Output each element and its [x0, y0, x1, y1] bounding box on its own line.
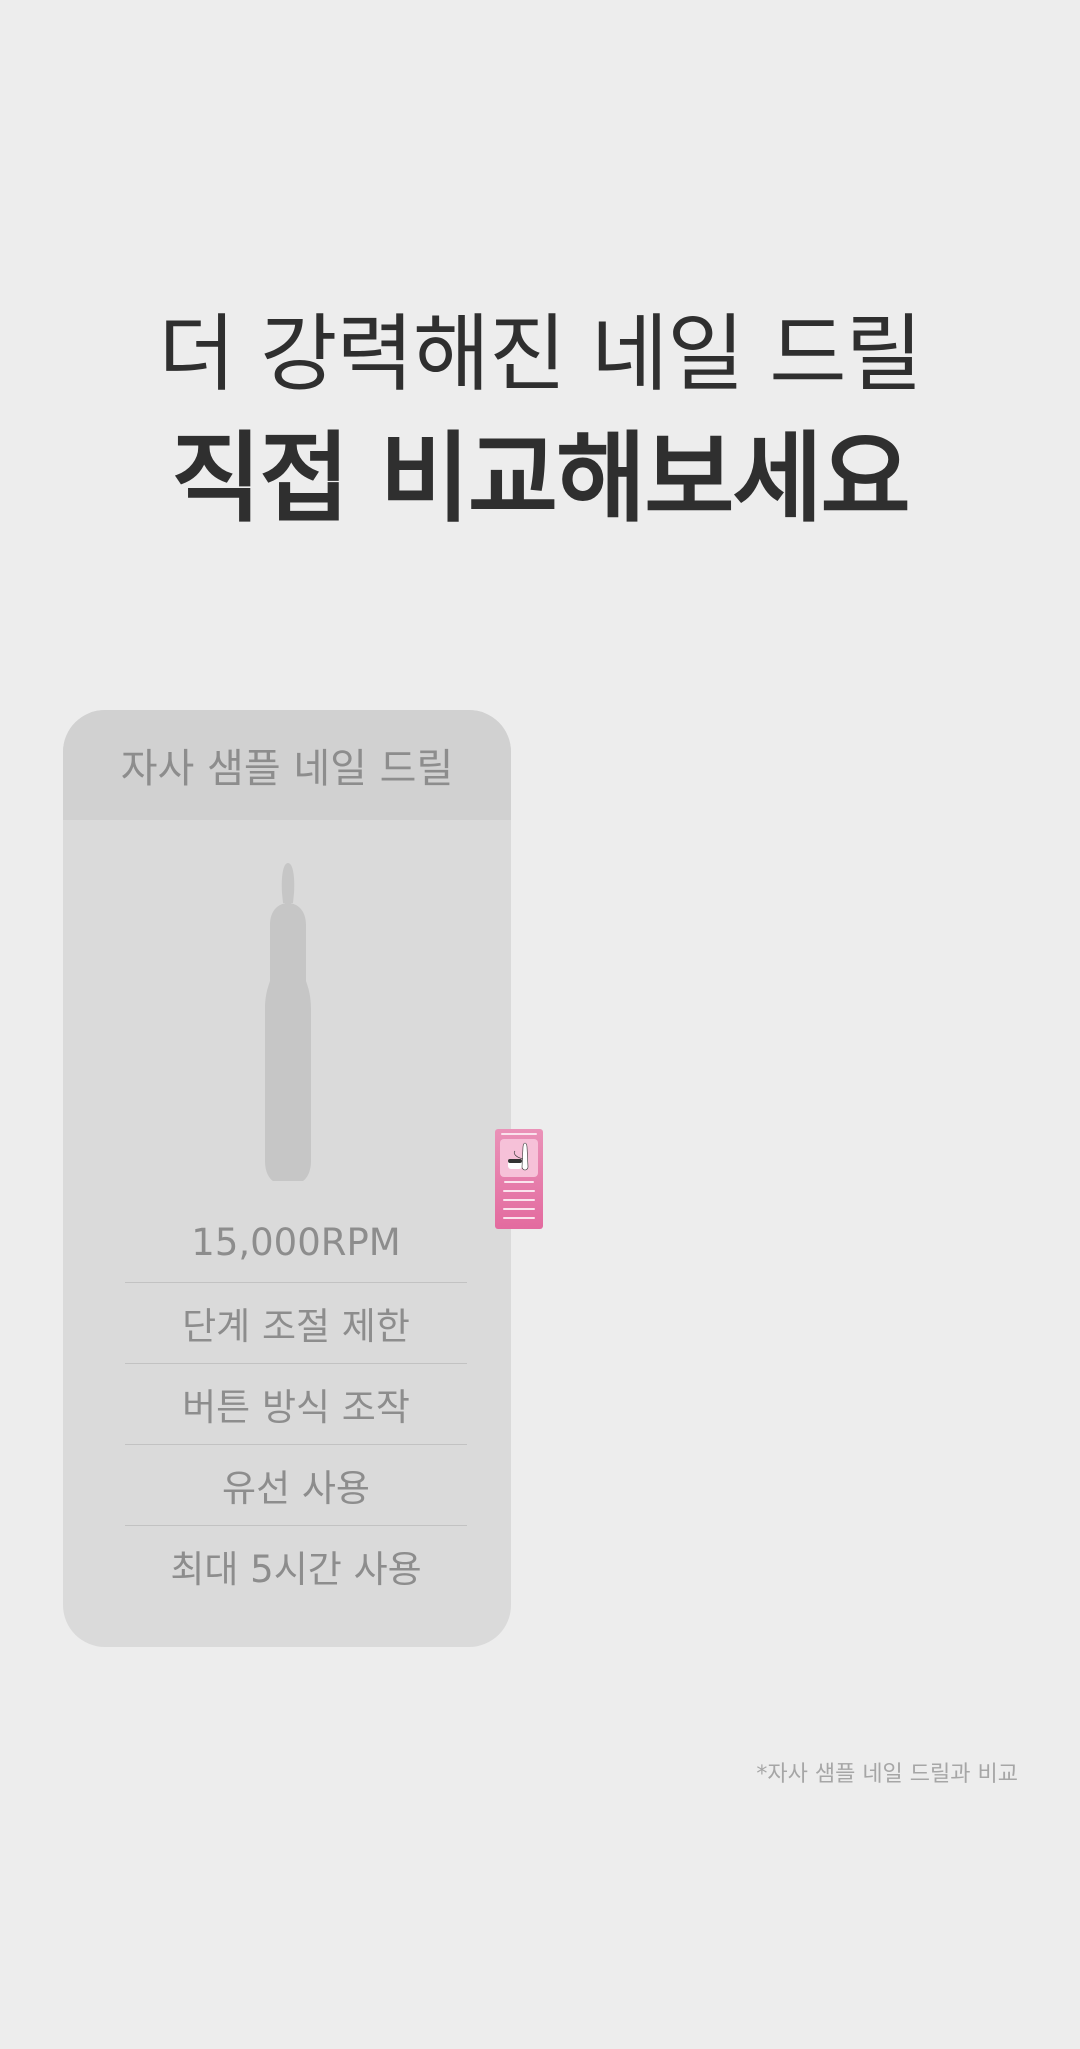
spec-rpm: 15,000RPM [125, 1202, 467, 1283]
spec-speed-control: 단계 조절 제한 [125, 1283, 467, 1364]
spec-usage-time: 최대 5시간 사용 [170, 1548, 422, 1591]
spec-control-method: 버튼 방식 조작 [125, 1364, 467, 1445]
product-thumbnail-image [495, 1129, 543, 1229]
spec-list: 15,000RPM 단계 조절 제한 버튼 방식 조작 유선 사용 최대 5시간… [125, 1202, 467, 1606]
footnote: *자사 샘플 네일 드릴과 비교 [756, 1762, 1018, 1787]
nail-drill-image [265, 863, 311, 1181]
headline-line-2: 직접 비교해보세요 [171, 422, 910, 536]
headline-line-1: 더 강력해진 네일 드릴 [158, 305, 923, 403]
card-header: 자사 샘플 네일 드릴 [63, 710, 511, 820]
card-title: 자사 샘플 네일 드릴 [120, 746, 454, 792]
spec-power-type: 유선 사용 [125, 1445, 467, 1526]
comparison-card: 자사 샘플 네일 드릴 15,000RPM 단계 조절 제한 버튼 방식 조작 … [63, 710, 511, 1647]
